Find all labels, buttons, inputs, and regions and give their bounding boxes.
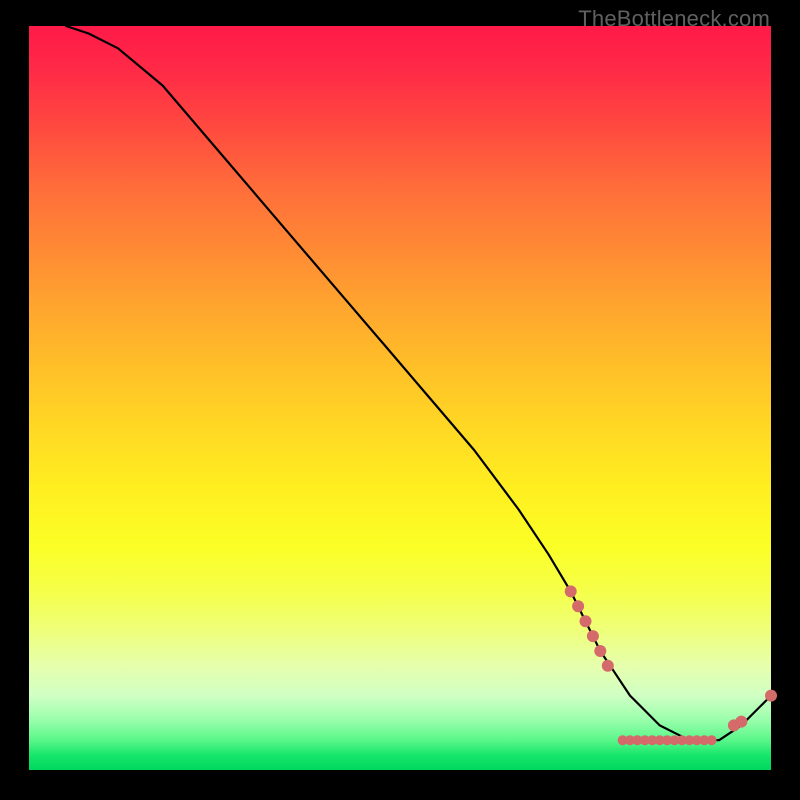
data-marker — [735, 716, 747, 728]
data-marker — [587, 630, 599, 642]
data-marker — [594, 645, 606, 657]
data-marker — [707, 735, 717, 745]
marker-pair-c — [728, 716, 747, 732]
marker-band-b — [618, 735, 717, 745]
data-marker — [565, 585, 577, 597]
data-marker — [580, 615, 592, 627]
data-marker — [602, 660, 614, 672]
chart-stage: TheBottleneck.com — [0, 0, 800, 800]
curve-line — [66, 26, 771, 740]
data-marker — [765, 690, 777, 702]
marker-end — [765, 690, 777, 702]
data-marker — [572, 600, 584, 612]
chart-overlay — [29, 26, 771, 770]
